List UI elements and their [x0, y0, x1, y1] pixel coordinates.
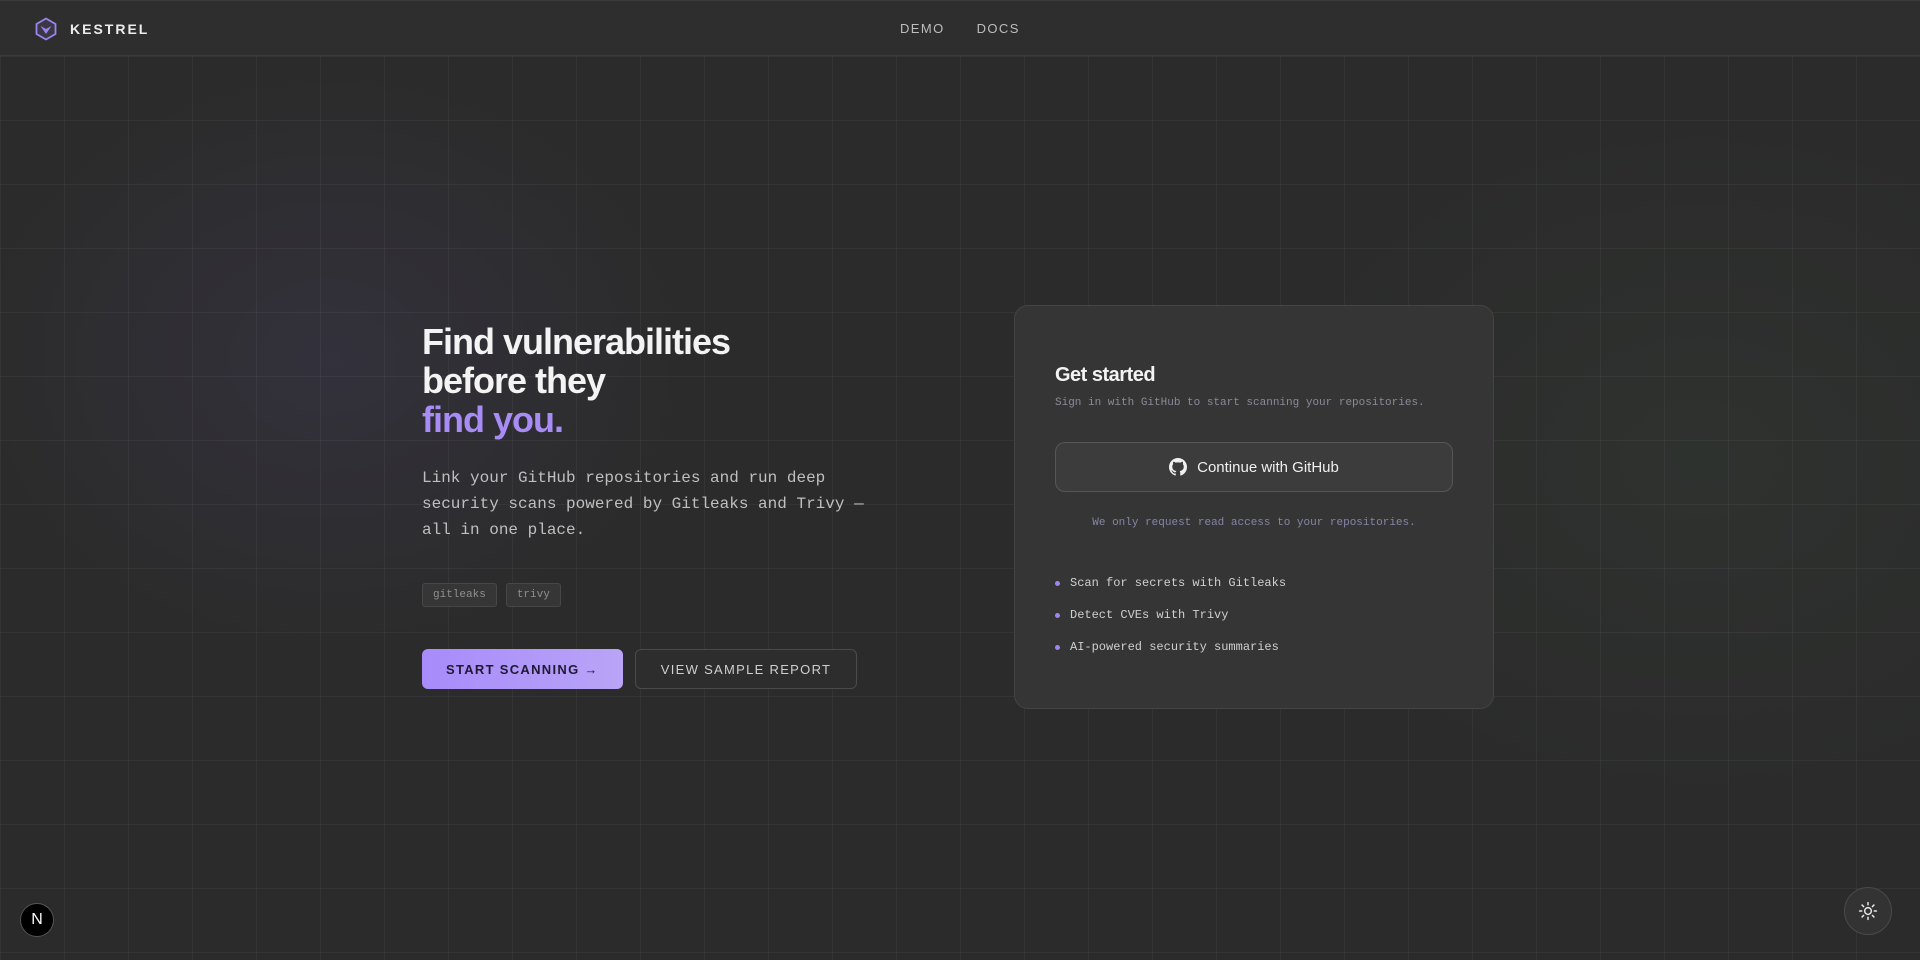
- tag-gitleaks: gitleaks: [422, 583, 497, 607]
- top-nav-bar: KESTREL DEMO DOCS: [0, 0, 1920, 56]
- bullet-dot: [1055, 580, 1060, 586]
- view-sample-report-button[interactable]: VIEW SAMPLE REPORT: [634, 649, 858, 689]
- grid-background: [0, 56, 1920, 960]
- hero-section: Find vulnerabilities before they find yo…: [422, 322, 882, 689]
- feature-list: Scan for secrets with Gitleaks Detect CV…: [1055, 567, 1453, 663]
- github-button-label: Continue with GitHub: [1197, 458, 1339, 476]
- theme-toggle-button[interactable]: [1844, 887, 1892, 935]
- tag-trivy: trivy: [505, 583, 561, 607]
- brand[interactable]: KESTREL: [34, 17, 149, 41]
- bullet-dot: [1055, 644, 1060, 650]
- hero-description: Link your GitHub repositories and run de…: [422, 469, 864, 539]
- get-started-card: Get started Sign in with GitHub to start…: [1014, 305, 1494, 709]
- hero-title-line-1: Find vulnerabilities: [422, 321, 731, 362]
- hero-title-accent: find you.: [422, 399, 564, 440]
- list-item: AI-powered security summaries: [1055, 631, 1453, 663]
- list-item: Detect CVEs with Trivy: [1055, 599, 1453, 631]
- card-subtitle: Sign in with GitHub to start scanning yo…: [1055, 397, 1425, 409]
- start-scanning-button[interactable]: START SCANNING →: [422, 649, 623, 689]
- card-title: Get started: [1055, 364, 1156, 386]
- kestrel-logo-icon: [35, 17, 57, 41]
- hero-title-line-2: before they: [422, 360, 606, 401]
- continue-with-github-button[interactable]: Continue with GitHub: [1055, 442, 1453, 492]
- nav-link-docs[interactable]: DOCS: [977, 21, 1020, 36]
- sun-icon: [1858, 901, 1878, 921]
- nav-link-demo[interactable]: DEMO: [900, 21, 945, 36]
- brand-name: KESTREL: [70, 21, 150, 37]
- bullet-dot: [1055, 612, 1060, 618]
- main-nav: DEMO DOCS: [900, 21, 1020, 36]
- page: KESTREL DEMO DOCS Find vulnerabilities b…: [0, 0, 1920, 960]
- hero-actions: START SCANNING → VIEW SAMPLE REPORT: [422, 649, 882, 689]
- feature-text: Scan for secrets with Gitleaks: [1070, 576, 1287, 590]
- feature-text: AI-powered security summaries: [1070, 640, 1279, 654]
- access-note: We only request read access to your repo…: [1092, 517, 1416, 529]
- list-item: Scan for secrets with Gitleaks: [1055, 567, 1453, 599]
- feature-text: Detect CVEs with Trivy: [1070, 608, 1229, 622]
- github-icon: [1169, 458, 1188, 476]
- tool-tags: gitleaks trivy: [422, 583, 882, 607]
- nextjs-dev-badge[interactable]: N: [20, 903, 54, 937]
- hero-title: Find vulnerabilities before they find yo…: [422, 322, 882, 439]
